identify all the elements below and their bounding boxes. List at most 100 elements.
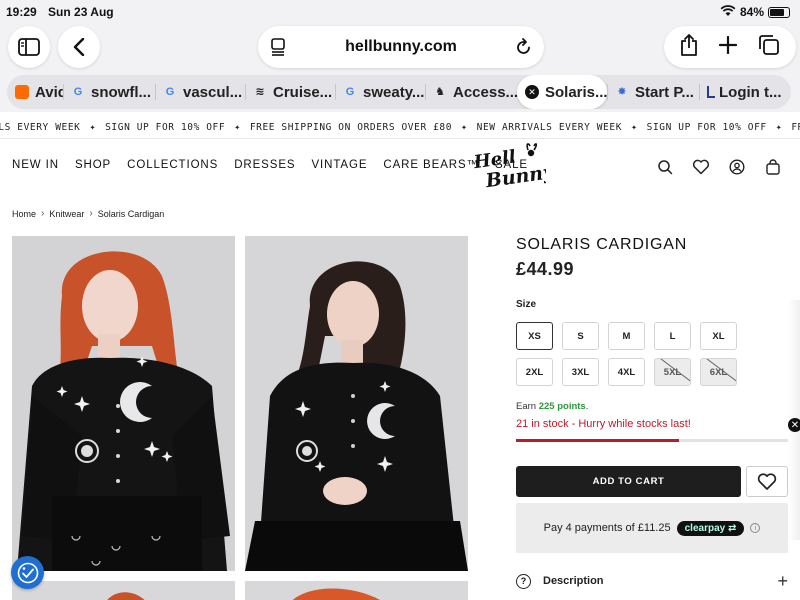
tab-label: vascul... — [183, 83, 243, 101]
size-option-3xl[interactable]: 3XL — [562, 358, 599, 386]
size-option-m[interactable]: M — [608, 322, 645, 350]
size-option-4xl[interactable]: 4XL — [608, 358, 645, 386]
clearpay-brand: clearpay — [684, 522, 726, 534]
screen: 19:29 Sun 23 Aug 84% hellbunny.com Avid … — [0, 0, 800, 600]
share-button[interactable] — [680, 33, 698, 61]
nav-link-shop[interactable]: SHOP — [75, 159, 111, 171]
size-option-xl[interactable]: XL — [700, 322, 737, 350]
tab-label: snowfl... — [91, 83, 151, 101]
browser-toolbar: hellbunny.com — [0, 24, 800, 72]
address-bar[interactable]: hellbunny.com — [258, 26, 544, 68]
breadcrumb: Home › Knitwear › Solaris Cardigan — [12, 208, 164, 219]
nav-link-dresses[interactable]: DRESSES — [234, 159, 295, 171]
battery-icon — [768, 6, 790, 18]
url-text[interactable]: hellbunny.com — [258, 38, 544, 56]
tab-label: Start P... — [635, 83, 694, 101]
tab-label: sweaty... — [363, 83, 425, 101]
tab-snowflake[interactable]: G snowfl... — [63, 75, 155, 109]
breadcrumb-knitwear[interactable]: Knitwear — [49, 209, 84, 219]
account-icon[interactable] — [728, 158, 746, 176]
nav-link-collections[interactable]: COLLECTIONS — [127, 159, 218, 171]
breadcrumb-home[interactable]: Home — [12, 209, 36, 219]
size-selector: XS S M L XL 2XL 3XL 4XL 5XL 6XL — [516, 322, 766, 386]
heart-icon[interactable] — [692, 158, 710, 176]
site-header: NEW IN SHOP COLLECTIONS DRESSES VINTAGE CARE … — [0, 140, 800, 192]
tab-cruise[interactable]: ≋ Cruise... — [245, 75, 335, 109]
close-icon[interactable]: ✕ — [525, 85, 539, 99]
product-image-3[interactable] — [12, 581, 235, 600]
earn-points: 225 points — [538, 401, 586, 412]
product-title: SOLARIS CARDIGAN — [516, 236, 688, 253]
tab-sweaty[interactable]: G sweaty... — [335, 75, 425, 109]
product-price: £44.99 — [516, 259, 575, 279]
wishlist-button[interactable] — [746, 466, 788, 497]
tab-label: Solaris... — [545, 83, 607, 101]
tab-label: Access... — [453, 83, 517, 101]
chevron-left-icon — [73, 38, 85, 56]
add-to-cart-button[interactable]: ADD TO CART — [516, 466, 741, 497]
expand-plus-icon[interactable]: + — [777, 571, 788, 592]
login-favicon — [707, 86, 715, 98]
size-option-2xl[interactable]: 2XL — [516, 358, 553, 386]
heart-icon — [757, 472, 777, 490]
google-favicon: G — [165, 86, 175, 98]
tab-access[interactable]: ♞ Access... — [425, 75, 517, 109]
reward-points-text: Earn 225 points. — [516, 401, 588, 412]
cart-icon[interactable] — [764, 158, 782, 176]
close-icon[interactable]: ✕ — [788, 418, 800, 432]
product-image-2[interactable] — [245, 236, 468, 571]
search-icon[interactable] — [656, 158, 674, 176]
sidebar-toggle-button[interactable] — [8, 26, 50, 68]
size-option-5xl[interactable]: 5XL — [654, 358, 691, 386]
nav-link-care-bears[interactable]: CARE BEARS™ — [383, 159, 479, 171]
tab-overview-button[interactable] — [758, 34, 780, 61]
battery-percent: 84% — [739, 5, 764, 19]
nav-link-new-in[interactable]: NEW IN — [12, 159, 59, 171]
stock-progress-bar — [516, 439, 788, 442]
tab-avid[interactable]: Avid — [7, 75, 63, 109]
description-label: Description — [543, 575, 604, 587]
tab-vascular[interactable]: G vascul... — [155, 75, 245, 109]
status-left: 19:29 Sun 23 Aug — [6, 5, 122, 19]
tab-label: Cruise... — [273, 83, 333, 101]
size-option-s[interactable]: S — [562, 322, 599, 350]
sidebar-icon — [18, 38, 40, 56]
size-option-xs[interactable]: XS — [516, 322, 553, 350]
accessibility-icon — [17, 562, 38, 583]
plus-icon — [718, 35, 738, 54]
tab-start[interactable]: ✸ Start P... — [607, 75, 699, 109]
tab-bar: Avid G snowfl... G vascul... ≋ Cruise...… — [0, 72, 800, 112]
stock-progress-fill — [516, 439, 680, 442]
product-image-1[interactable] — [12, 236, 235, 571]
earn-suffix: . — [585, 401, 589, 412]
tab-login[interactable]: Login t... — [699, 75, 781, 109]
status-time: 19:29 — [6, 5, 37, 19]
clearpay-banner[interactable]: Pay 4 payments of £11.25 clearpay ⇄ i — [516, 503, 788, 553]
stock-status: 21 in stock - Hurry while stocks last! — [516, 418, 691, 430]
tab-solaris[interactable]: ✕ Solaris... — [517, 75, 607, 109]
product-image-4[interactable] — [245, 581, 468, 600]
sparkle-icon: ✦ — [234, 122, 241, 133]
size-option-6xl[interactable]: 6XL — [700, 358, 737, 386]
clearpay-logo: clearpay ⇄ — [676, 520, 745, 536]
chevron-right-icon: › — [89, 208, 93, 219]
info-icon[interactable]: i — [750, 523, 761, 533]
size-option-l[interactable]: L — [654, 322, 691, 350]
hell-bunny-logo[interactable]: Hell Bunny — [470, 142, 557, 192]
reload-icon[interactable] — [516, 38, 532, 61]
cruise-favicon: ≋ — [255, 86, 265, 98]
accessibility-button[interactable] — [11, 556, 44, 589]
back-button[interactable] — [58, 26, 100, 68]
main-nav: NEW IN SHOP COLLECTIONS DRESSES VINTAGE CARE … — [12, 159, 528, 171]
new-tab-button[interactable] — [718, 35, 738, 59]
announcement-item: ALS EVERY WEEK — [0, 122, 81, 133]
status-bar: 19:29 Sun 23 Aug 84% — [0, 0, 800, 24]
google-favicon: G — [345, 86, 355, 98]
sparkle-icon: ✦ — [775, 122, 783, 133]
question-icon: ? — [516, 573, 531, 589]
earn-prefix: Earn — [516, 401, 537, 412]
google-favicon: G — [73, 86, 83, 98]
description-accordion[interactable]: ? Description + — [516, 570, 788, 592]
nav-link-vintage[interactable]: VINTAGE — [311, 159, 367, 171]
toolbar-actions — [664, 26, 796, 68]
